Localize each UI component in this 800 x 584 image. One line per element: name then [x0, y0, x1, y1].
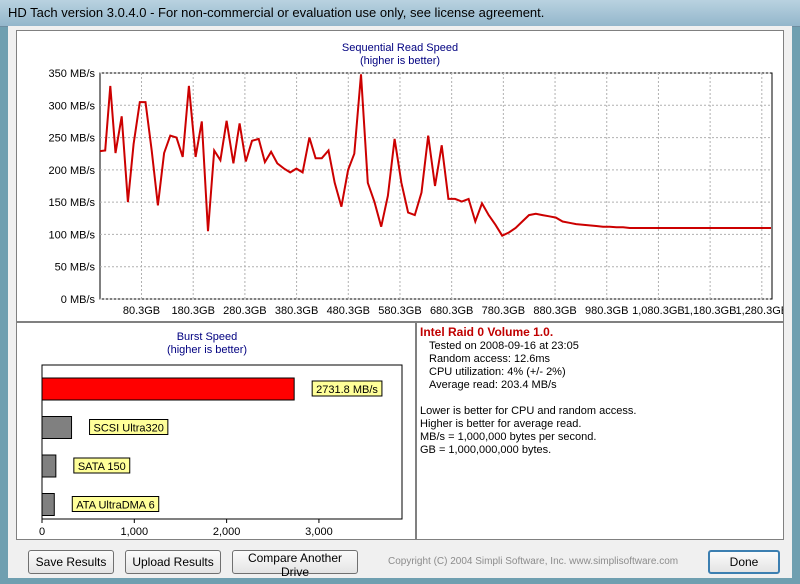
y-tick-label: 50 MB/s — [55, 262, 96, 274]
burst-bar-label: 2731.8 MB/s — [311, 380, 383, 397]
compare-drive-button[interactable]: Compare Another Drive — [232, 550, 358, 579]
average-read: Average read: 203.4 MB/s — [429, 379, 557, 391]
sequential-read-chart: Sequential Read Speed (higher is better)… — [49, 42, 789, 317]
y-tick-label: 200 MB/s — [49, 165, 96, 177]
x-tick-label: 880.3GB — [533, 305, 576, 317]
y-tick-label: 300 MB/s — [49, 100, 96, 112]
y-axis-ticks: 0 MB/s 50 MB/s 100 MB/s 150 MB/s 200 MB/s 250… — [49, 68, 96, 306]
note-average: Higher is better for average read. — [420, 418, 582, 430]
x-tick-label: 180.3GB — [171, 305, 214, 317]
sequential-chart-panel: Sequential Read Speed (higher is better)… — [16, 30, 789, 322]
x-axis-ticks: 0 1,000 2,000 3,000 — [39, 519, 333, 538]
note-mbs: MB/s = 1,000,000 bytes per second. — [420, 431, 597, 443]
x-tick-label: 80.3GB — [123, 305, 160, 317]
burst-bar — [41, 416, 73, 439]
y-tick-label: 150 MB/s — [49, 197, 96, 209]
x-tick-label: 1,180.3GB — [684, 305, 737, 317]
x-tick-label: 1,080.3GB — [632, 305, 685, 317]
window-title: HD Tach version 3.0.4.0 - For non-commer… — [8, 5, 545, 20]
x-tick-label: 280.3GB — [223, 305, 266, 317]
cpu-utilization: CPU utilization: 4% (+/- 2%) — [429, 366, 566, 378]
x-tick-label: 580.3GB — [378, 305, 421, 317]
x-tick-label: 680.3GB — [430, 305, 473, 317]
x-tick-label: 1,280.3GB — [736, 305, 783, 317]
y-tick-label: 100 MB/s — [49, 229, 96, 241]
done-button[interactable]: Done — [708, 550, 780, 574]
copyright-text: Copyright (C) 2004 Simpli Software, Inc.… — [388, 556, 679, 567]
y-tick-label: 250 MB/s — [49, 133, 96, 145]
drive-name: Intel Raid 0 Volume 1.0. — [420, 325, 554, 339]
x-tick-label: 480.3GB — [327, 305, 370, 317]
x-tick-label: 980.3GB — [585, 305, 628, 317]
tested-date: Tested on 2008-09-16 at 23:05 — [429, 340, 579, 352]
upload-results-button[interactable]: Upload Results — [125, 550, 221, 574]
x-axis-ticks: 80.3GB 180.3GB 280.3GB 380.3GB 480.3GB 580.3G… — [123, 305, 788, 317]
chart-subtitle: (higher is better) — [167, 344, 247, 356]
x-tick-label: 1,000 — [121, 526, 149, 538]
burst-bar-label: SCSI Ultra320 — [89, 419, 169, 435]
save-results-button[interactable]: Save Results — [28, 550, 114, 574]
burst-bar — [41, 377, 295, 401]
x-tick-label: 0 — [39, 526, 45, 538]
burst-label-text: ATA UltraDMA 6 — [76, 500, 154, 512]
main-window: Sequential Read Speed (higher is better)… — [8, 26, 792, 579]
x-tick-label: 2,000 — [213, 526, 241, 538]
burst-bar-label: ATA UltraDMA 6 — [71, 496, 160, 512]
window-titlebar[interactable]: HD Tach version 3.0.4.0 - For non-commer… — [0, 0, 800, 27]
burst-bar — [41, 493, 55, 516]
burst-bar-label: SATA 150 — [73, 457, 131, 474]
note-gb: GB = 1,000,000,000 bytes. — [420, 444, 552, 456]
random-access: Random access: 12.6ms — [429, 353, 551, 365]
drive-info-panel: Intel Raid 0 Volume 1.0. Tested on 2008-… — [416, 322, 784, 540]
burst-label-text: SATA 150 — [78, 461, 126, 473]
y-tick-label: 350 MB/s — [49, 68, 96, 80]
chart-subtitle: (higher is better) — [360, 55, 440, 67]
burst-label-text: 2731.8 MB/s — [316, 384, 378, 396]
chart-title: Sequential Read Speed — [342, 42, 458, 54]
note-cpu: Lower is better for CPU and random acces… — [420, 405, 637, 417]
burst-chart-panel: Burst Speed (higher is better) 2731.8 MB… — [16, 322, 416, 540]
burst-label-text: SCSI Ultra320 — [94, 423, 164, 435]
x-tick-label: 3,000 — [305, 526, 333, 538]
burst-bar — [41, 454, 57, 478]
x-tick-label: 380.3GB — [275, 305, 318, 317]
chart-title: Burst Speed — [177, 331, 238, 343]
burst-speed-chart: Burst Speed (higher is better) 2731.8 MB… — [39, 331, 403, 538]
x-tick-label: 780.3GB — [482, 305, 525, 317]
y-tick-label: 0 MB/s — [61, 294, 96, 306]
